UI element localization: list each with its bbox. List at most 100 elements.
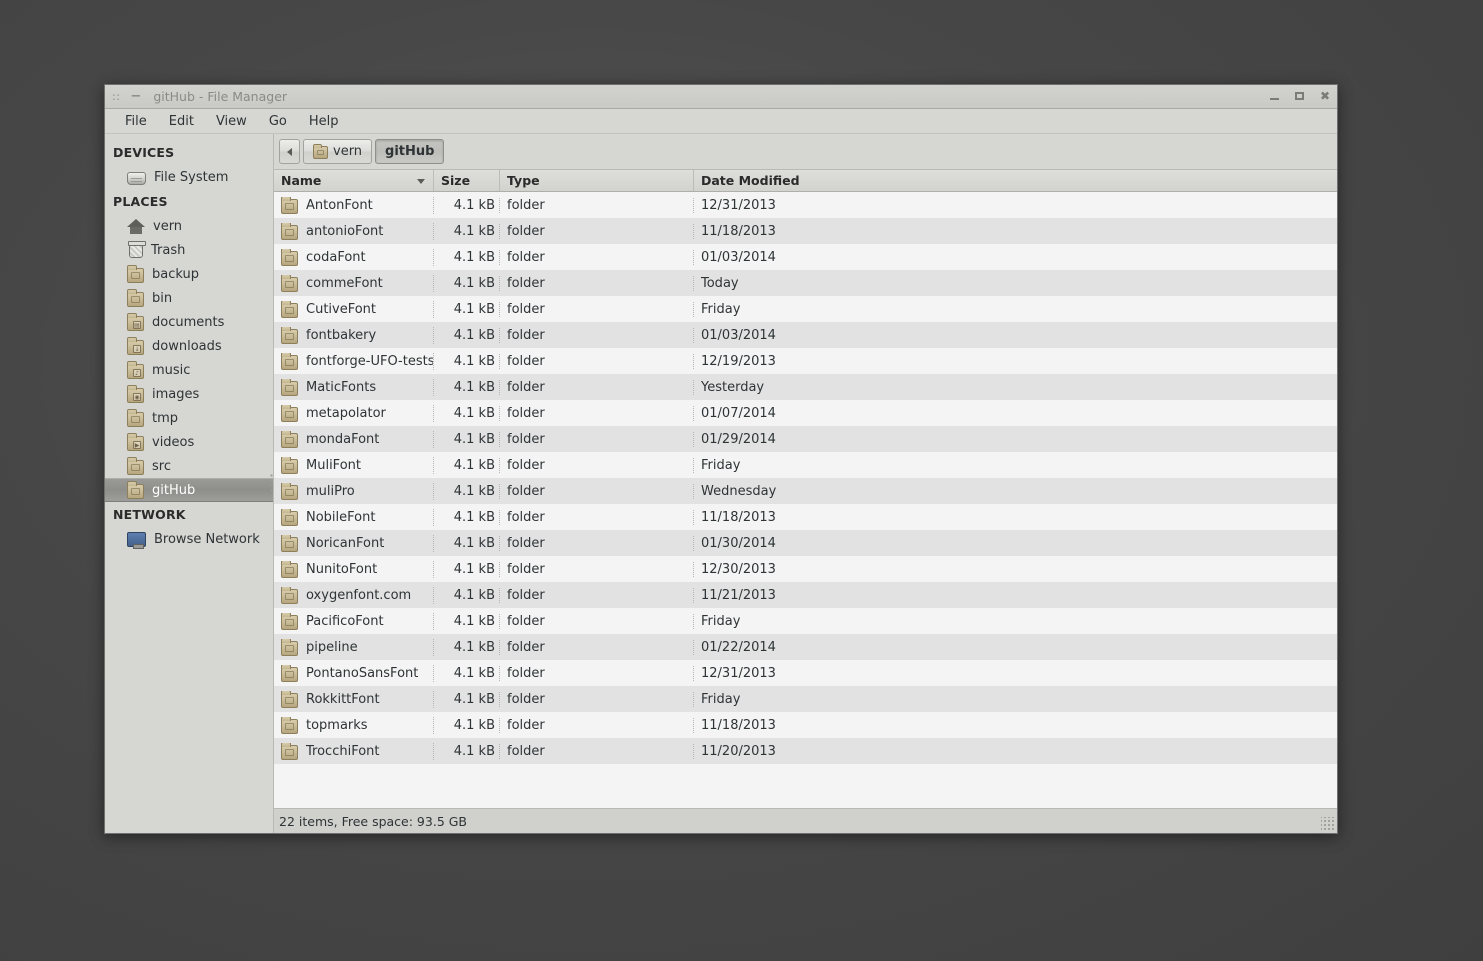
sidebar-item-label: downloads: [152, 338, 222, 354]
cell-type: folder: [500, 405, 694, 421]
table-row[interactable]: fontbakery 4.1 kB folder 01/03/2014: [274, 322, 1337, 348]
cell-size: 4.1 kB: [434, 249, 500, 265]
table-row[interactable]: NoricanFont 4.1 kB folder 01/30/2014: [274, 530, 1337, 556]
column-header-name[interactable]: Name: [274, 170, 434, 191]
back-button[interactable]: [279, 139, 300, 164]
table-row[interactable]: fontforge-UFO-tests 4.1 kB folder 12/19/201…: [274, 348, 1337, 374]
cell-type: folder: [500, 483, 694, 499]
menu-help[interactable]: Help: [299, 111, 349, 132]
chevron-down-icon: [417, 178, 425, 184]
cell-date-modified: 11/21/2013: [701, 587, 776, 603]
folder-icon: [281, 456, 298, 474]
table-row[interactable]: CutiveFont 4.1 kB folder Friday: [274, 296, 1337, 322]
cell-type: folder: [500, 691, 694, 707]
column-header-size[interactable]: Size: [434, 170, 500, 191]
folder-icon: [281, 404, 298, 422]
folder-icon: [281, 326, 298, 344]
sidebar-item-browse-network[interactable]: Browse Network: [105, 527, 273, 551]
menu-go[interactable]: Go: [259, 111, 297, 132]
file-name-label: NoricanFont: [306, 535, 385, 551]
table-row[interactable]: topmarks 4.1 kB folder 11/18/2013: [274, 712, 1337, 738]
cell-size: 4.1 kB: [434, 743, 500, 759]
maximize-icon[interactable]: [1294, 91, 1305, 102]
sidebar-item-bin[interactable]: bin: [105, 286, 273, 310]
resize-grip-icon[interactable]: [1321, 817, 1335, 831]
sidebar-item-downloads[interactable]: ↓ downloads: [105, 334, 273, 358]
table-row[interactable]: pipeline 4.1 kB folder 01/22/2014: [274, 634, 1337, 660]
sidebar-item-file-system[interactable]: File System: [105, 165, 273, 189]
table-row[interactable]: PacificoFont 4.1 kB folder Friday: [274, 608, 1337, 634]
window-shade-icon[interactable]: −: [130, 90, 141, 103]
table-row[interactable]: TrocchiFont 4.1 kB folder 11/20/2013: [274, 738, 1337, 764]
cell-name: topmarks: [274, 716, 434, 734]
table-row[interactable]: mondaFont 4.1 kB folder 01/29/2014: [274, 426, 1337, 452]
table-row[interactable]: antonioFont 4.1 kB folder 11/18/2013: [274, 218, 1337, 244]
folder-icon: [127, 288, 144, 307]
cell-name: CutiveFont: [274, 300, 434, 318]
sidebar-item-videos[interactable]: ▶ videos: [105, 430, 273, 454]
column-header-label: Type: [507, 173, 540, 188]
cell-size: 4.1 kB: [434, 613, 500, 629]
cell-name: PontanoSansFont: [274, 664, 434, 682]
statusbar: 22 items, Free space: 93.5 GB: [274, 809, 1337, 833]
table-row[interactable]: muliPro 4.1 kB folder Wednesday: [274, 478, 1337, 504]
network-icon: [127, 531, 146, 549]
splitter-grip-icon: [270, 472, 273, 495]
table-row[interactable]: AntonFont 4.1 kB folder 12/31/2013: [274, 192, 1337, 218]
sidebar-item-github[interactable]: gitHub: [105, 478, 273, 502]
cell-type: folder: [500, 457, 694, 473]
sidebar-item-images[interactable]: ◉ images: [105, 382, 273, 406]
sidebar-item-label: Browse Network: [154, 531, 260, 547]
menu-edit[interactable]: Edit: [159, 111, 204, 132]
sidebar-item-tmp[interactable]: tmp: [105, 406, 273, 430]
column-header-date-modified[interactable]: Date Modified: [694, 170, 1337, 191]
cell-type: folder: [500, 639, 694, 655]
menu-view[interactable]: View: [206, 111, 257, 132]
folder-icon: [281, 716, 298, 734]
table-row[interactable]: MuliFont 4.1 kB folder Friday: [274, 452, 1337, 478]
cell-type: folder: [500, 327, 694, 343]
sidebar-splitter[interactable]: [269, 134, 273, 833]
folder-icon: [281, 196, 298, 214]
cell-type: folder: [500, 275, 694, 291]
cell-size: 4.1 kB: [434, 717, 500, 733]
folder-music-icon: ♪: [127, 360, 144, 379]
menubar: File Edit View Go Help: [105, 109, 1337, 134]
table-row[interactable]: PontanoSansFont 4.1 kB folder 12/31/2013: [274, 660, 1337, 686]
sidebar-item-src[interactable]: src: [105, 454, 273, 478]
table-row[interactable]: codaFont 4.1 kB folder 01/03/2014: [274, 244, 1337, 270]
sidebar-item-label: videos: [152, 434, 195, 450]
disk-icon: [127, 171, 146, 185]
breadcrumb-vern[interactable]: vern: [303, 139, 373, 164]
table-row[interactable]: metapolator 4.1 kB folder 01/07/2014: [274, 400, 1337, 426]
sidebar-item-label: tmp: [152, 410, 179, 426]
menu-file[interactable]: File: [115, 111, 157, 132]
close-icon[interactable]: ✖: [1319, 90, 1331, 102]
status-text: 22 items, Free space: 93.5 GB: [279, 813, 468, 829]
column-header-type[interactable]: Type: [500, 170, 694, 191]
sidebar-item-vern[interactable]: vern: [105, 214, 273, 238]
folder-icon: [281, 248, 298, 266]
minimize-icon[interactable]: [1269, 91, 1280, 102]
table-row[interactable]: RokkittFont 4.1 kB folder Friday: [274, 686, 1337, 712]
cell-name: NunitoFont: [274, 560, 434, 578]
file-name-label: PontanoSansFont: [306, 665, 419, 681]
table-row[interactable]: NobileFont 4.1 kB folder 11/18/2013: [274, 504, 1337, 530]
folder-icon: [281, 690, 298, 708]
cell-name: mondaFont: [274, 430, 434, 448]
table-row[interactable]: commeFont 4.1 kB folder Today: [274, 270, 1337, 296]
table-row[interactable]: NunitoFont 4.1 kB folder 12/30/2013: [274, 556, 1337, 582]
breadcrumb-github[interactable]: gitHub: [375, 139, 445, 164]
file-list[interactable]: AntonFont 4.1 kB folder 12/31/2013 antonioFo…: [274, 192, 1337, 809]
window-title: gitHub - File Manager: [153, 89, 288, 104]
sidebar-item-trash[interactable]: Trash: [105, 238, 273, 262]
sidebar-item-music[interactable]: ♪ music: [105, 358, 273, 382]
table-row[interactable]: oxygenfont.com 4.1 kB folder 11/21/2013: [274, 582, 1337, 608]
sidebar-item-documents[interactable]: ▤ documents: [105, 310, 273, 334]
cell-size: 4.1 kB: [434, 405, 500, 421]
file-name-label: NobileFont: [306, 509, 376, 525]
table-row[interactable]: MaticFonts 4.1 kB folder Yesterday: [274, 374, 1337, 400]
sidebar-item-backup[interactable]: backup: [105, 262, 273, 286]
window-menu-icon[interactable]: ::: [112, 91, 120, 102]
file-name-label: TrocchiFont: [306, 743, 380, 759]
